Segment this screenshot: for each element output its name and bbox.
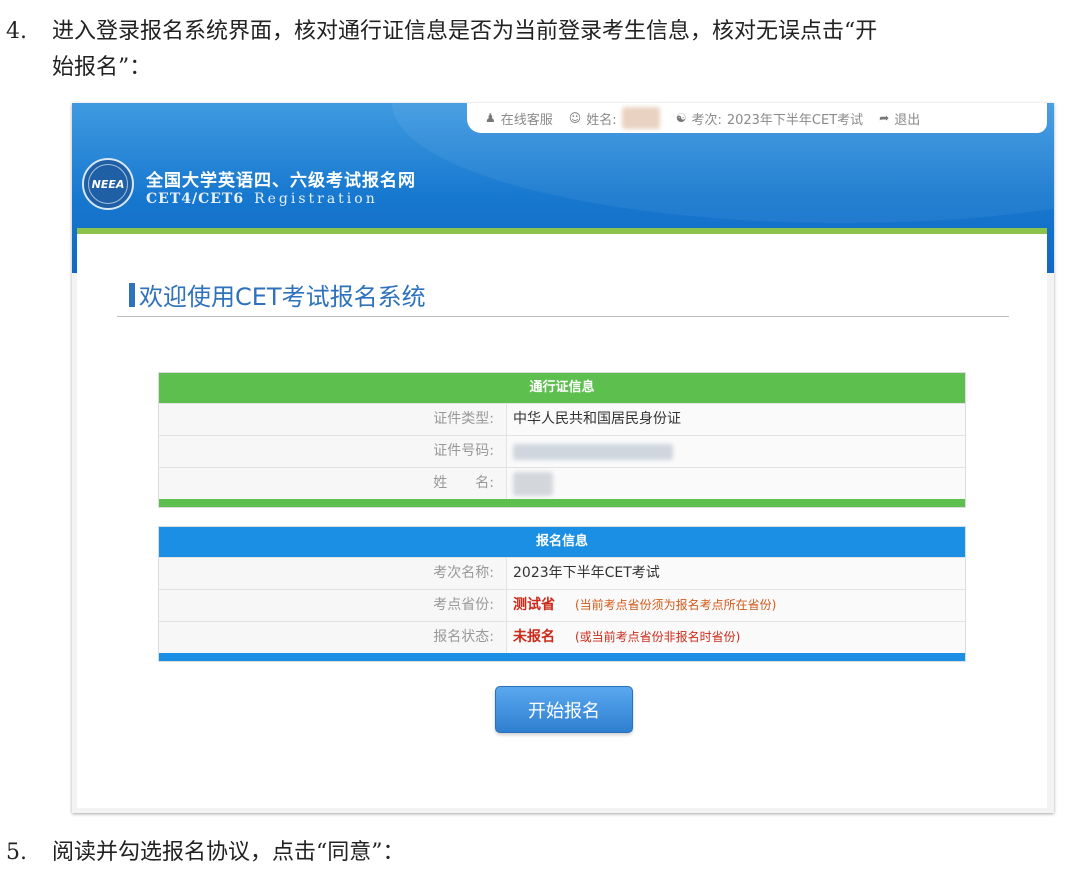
page-title: 欢迎使用CET考试报名系统 — [129, 277, 426, 312]
site-title: 全国大学英语四、六级考试报名网 — [146, 171, 416, 191]
exam-session: ☯ 考次: 2023年下半年CET考试 — [675, 111, 864, 128]
table-row: 考次名称: 2023年下半年CET考试 — [159, 557, 965, 589]
table-footer — [159, 653, 965, 661]
divider — [117, 316, 1009, 317]
user-name: ☺ 姓名: — [569, 107, 660, 129]
step-4-instruction: 4. 进入登录报名系统界面，核对通行证信息是否为当前登录考生信息，核对无误点击“开… — [6, 14, 1066, 86]
cet-registration-screenshot: ♟ 在线客服 ☺ 姓名: ☯ 考次: 2023年下半年CET考试 ➦ 退出 NEEA 全国… — [72, 103, 1054, 813]
pass-info-table: 通行证信息 证件类型: 中华人民共和国居民身份证 证件号码: 姓 名: — [158, 372, 966, 508]
table-header: 通行证信息 — [159, 373, 965, 403]
step-text-line1: 进入登录报名系统界面，核对通行证信息是否为当前登录考生信息，核对无误点击“开 — [52, 19, 878, 44]
status-note: (或当前考点省份非报名时省份) — [575, 630, 741, 644]
neea-logo: NEEA — [82, 158, 134, 210]
registration-info-table: 报名信息 考次名称: 2023年下半年CET考试 考点省份: 测试省 (当前考点省… — [158, 526, 966, 662]
top-user-bar: ♟ 在线客服 ☺ 姓名: ☯ 考次: 2023年下半年CET考试 ➦ 退出 — [467, 103, 1047, 133]
step-text: 阅读并勾选报名协议，点击“同意”： — [52, 840, 405, 865]
step-5-instruction: 5. 阅读并勾选报名协议，点击“同意”： — [6, 835, 405, 871]
exam-province: 测试省 — [513, 597, 555, 613]
table-row: 姓 名: — [159, 467, 965, 499]
table-footer — [159, 499, 965, 507]
logout-icon: ➦ — [879, 111, 890, 125]
redacted-name — [513, 471, 553, 496]
support-icon: ♟ — [485, 111, 496, 125]
province-note: (当前考点省份须为报名考点所在省份) — [575, 598, 777, 612]
table-row: 证件号码: — [159, 435, 965, 467]
registration-status: 未报名 — [513, 629, 555, 645]
step-number: 4. — [6, 19, 27, 44]
step-number: 5. — [6, 840, 27, 865]
online-service-link[interactable]: ♟ 在线客服 — [485, 109, 553, 128]
logout-link[interactable]: ➦ 退出 — [879, 109, 920, 128]
main-panel: 欢迎使用CET考试报名系统 通行证信息 证件类型: 中华人民共和国居民身份证 证… — [77, 228, 1047, 808]
start-registration-button[interactable]: 开始报名 — [495, 686, 633, 733]
user-icon: ☺ — [568, 111, 582, 125]
table-header: 报名信息 — [159, 527, 965, 557]
redacted-name — [621, 107, 660, 129]
step-text-line2: 始报名”： — [52, 55, 152, 80]
site-subtitle: CET4/CET6 Registration — [146, 191, 378, 207]
redacted-id-number — [513, 443, 673, 460]
table-row: 报名状态: 未报名 (或当前考点省份非报名时省份) — [159, 621, 965, 653]
table-row: 证件类型: 中华人民共和国居民身份证 — [159, 403, 965, 435]
exam-icon: ☯ — [675, 111, 687, 125]
table-row: 考点省份: 测试省 (当前考点省份须为报名考点所在省份) — [159, 589, 965, 621]
